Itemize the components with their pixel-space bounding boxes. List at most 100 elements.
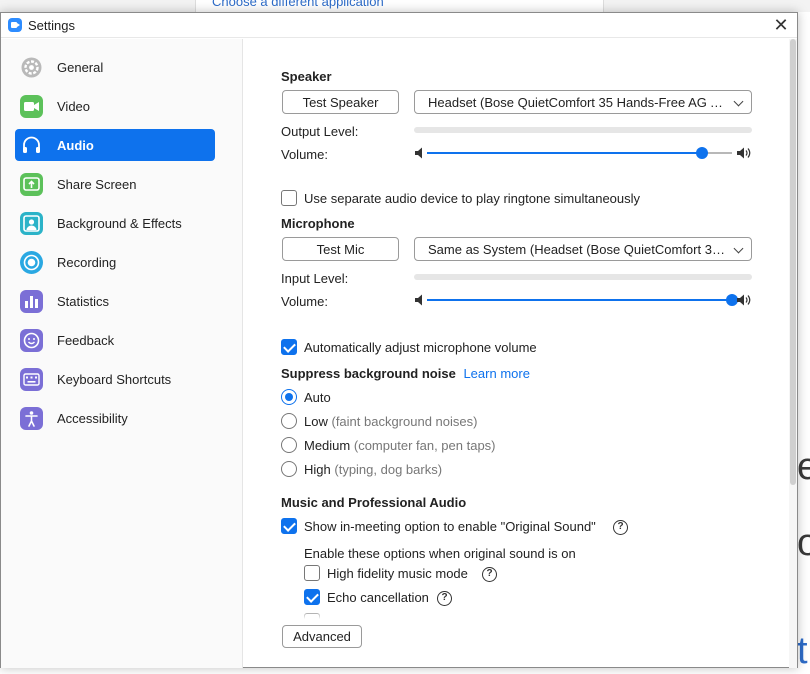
volume-high-icon — [737, 147, 751, 159]
microphone-volume-label: Volume: — [281, 294, 328, 309]
sidebar-item-label: Feedback — [57, 332, 115, 348]
advanced-button[interactable]: Advanced — [282, 625, 362, 648]
auto-adjust-mic-label: Automatically adjust microphone volume — [304, 340, 537, 355]
noise-option-name: Low — [304, 414, 328, 429]
close-icon: ✕ — [773, 15, 789, 35]
noise-option-high-radio[interactable] — [281, 461, 297, 477]
gear-icon — [20, 56, 43, 79]
background-glyph: o — [797, 522, 810, 564]
output-level-meter — [414, 127, 752, 133]
noise-option-auto-radio[interactable] — [281, 389, 297, 405]
noise-option-hint: (computer fan, pen taps) — [353, 438, 496, 453]
sidebar-item-label: Statistics — [57, 293, 110, 309]
music-audio-section-title: Music and Professional Audio — [281, 495, 467, 510]
sidebar-item-label: Background & Effects — [57, 215, 182, 231]
background-tab: Choose a different application — [195, 0, 604, 12]
high-fidelity-checkbox[interactable] — [304, 565, 320, 581]
sidebar-item-label: Accessibility — [57, 410, 128, 426]
microphone-device-value: Same as System (Headset (Bose QuietComfo… — [428, 241, 727, 257]
sidebar-item-keyboard-shortcuts[interactable]: Keyboard Shortcuts — [15, 363, 215, 395]
echo-cancellation-label: Echo cancellation — [327, 590, 429, 605]
slider-thumb[interactable] — [695, 147, 708, 159]
zoom-app-icon — [8, 18, 22, 32]
settings-sidebar: General Video Audio Share Screen Backgro… — [1, 39, 243, 668]
test-mic-button[interactable]: Test Mic — [282, 237, 399, 261]
sidebar-item-video[interactable]: Video — [15, 90, 215, 122]
noise-option-medium-radio[interactable] — [281, 437, 297, 453]
speaker-volume-label: Volume: — [281, 147, 328, 162]
speaker-volume-slider[interactable] — [414, 146, 752, 160]
separate-ringtone-label: Use separate audio device to play ringto… — [304, 191, 641, 206]
echo-cancellation-checkbox[interactable] — [304, 589, 320, 605]
title-bar: Settings ✕ — [1, 13, 797, 38]
sidebar-item-background-effects[interactable]: Background & Effects — [15, 207, 215, 239]
high-fidelity-help-icon[interactable]: ? — [482, 567, 497, 582]
settings-scrollbar[interactable] — [789, 39, 797, 668]
sidebar-item-label: Video — [57, 98, 91, 114]
noise-option-low-label: Low (faint background noises) — [304, 414, 477, 429]
slider-track — [427, 294, 738, 306]
sidebar-item-recording[interactable]: Recording — [15, 246, 215, 278]
sidebar-item-accessibility[interactable]: Accessibility — [15, 402, 215, 434]
sidebar-item-feedback[interactable]: Feedback — [15, 324, 215, 356]
chevron-down-icon — [733, 96, 744, 107]
auto-adjust-mic-checkbox[interactable] — [281, 339, 297, 355]
volume-low-icon — [415, 294, 422, 306]
accessibility-icon — [20, 406, 43, 430]
sidebar-item-statistics[interactable]: Statistics — [15, 285, 215, 317]
volume-high-icon — [737, 294, 751, 306]
sidebar-item-label: Share Screen — [57, 176, 137, 192]
window-title: Settings — [28, 18, 75, 33]
video-camera-icon — [20, 94, 43, 118]
volume-low-icon — [415, 147, 422, 159]
suppress-noise-title-text: Suppress background noise — [281, 366, 456, 381]
sidebar-item-audio[interactable]: Audio — [15, 129, 215, 161]
sidebar-item-label: Audio — [57, 137, 94, 153]
microphone-device-select[interactable]: Same as System (Headset (Bose QuietComfo… — [414, 237, 752, 261]
microphone-volume-slider[interactable] — [414, 293, 752, 307]
noise-option-low-radio[interactable] — [281, 413, 297, 429]
speaker-section-title: Speaker — [281, 69, 332, 84]
background-glyph: e — [797, 446, 810, 488]
noise-option-name: High — [304, 462, 331, 477]
original-sound-help-icon[interactable]: ? — [613, 520, 628, 535]
noise-option-hint: (faint background noises) — [331, 414, 478, 429]
noise-option-high-label: High (typing, dog barks) — [304, 462, 442, 477]
audio-settings-panel: Speaker Test Speaker Headset (Bose Quiet… — [244, 39, 790, 668]
sidebar-item-general[interactable]: General — [15, 51, 215, 83]
echo-cancellation-help-icon[interactable]: ? — [437, 591, 452, 606]
share-screen-icon — [20, 172, 43, 196]
close-button[interactable]: ✕ — [771, 16, 791, 36]
slider-track — [427, 147, 732, 159]
scroll-fade — [244, 609, 790, 619]
original-sound-label: Show in-meeting option to enable "Origin… — [304, 519, 596, 534]
high-fidelity-label: High fidelity music mode — [327, 566, 468, 581]
original-sound-subheading: Enable these options when original sound… — [304, 546, 576, 561]
test-speaker-button[interactable]: Test Speaker — [282, 90, 399, 114]
noise-option-name: Medium — [304, 438, 351, 453]
slider-fill — [427, 152, 702, 154]
speaker-device-select[interactable]: Headset (Bose QuietComfort 35 Hands-Free… — [414, 90, 752, 114]
speaker-device-value: Headset (Bose QuietComfort 35 Hands-Free… — [428, 94, 727, 110]
feedback-icon — [20, 328, 43, 352]
keyboard-icon — [20, 367, 43, 391]
recording-icon — [20, 250, 43, 274]
microphone-section-title: Microphone — [281, 216, 355, 231]
slider-fill — [427, 299, 732, 301]
scrollbar-thumb[interactable] — [790, 39, 796, 485]
background-top-link[interactable]: Choose a different application — [212, 0, 384, 9]
sidebar-item-label: Recording — [57, 254, 117, 270]
input-level-label: Input Level: — [281, 271, 349, 286]
sidebar-item-share-screen[interactable]: Share Screen — [15, 168, 215, 200]
background-effects-icon — [20, 211, 43, 235]
settings-window: Settings ✕ General Video Audio Share Scr… — [0, 12, 798, 668]
original-sound-checkbox[interactable] — [281, 518, 297, 534]
sidebar-item-label: Keyboard Shortcuts — [57, 371, 172, 387]
separate-ringtone-checkbox[interactable] — [281, 190, 297, 206]
chevron-down-icon — [733, 243, 744, 254]
noise-option-medium-label: Medium (computer fan, pen taps) — [304, 438, 496, 453]
noise-option-auto-label: Auto — [304, 390, 331, 405]
background-glyph: t — [797, 630, 808, 672]
noise-option-hint: (typing, dog barks) — [334, 462, 443, 477]
learn-more-link[interactable]: Learn more — [463, 366, 529, 381]
